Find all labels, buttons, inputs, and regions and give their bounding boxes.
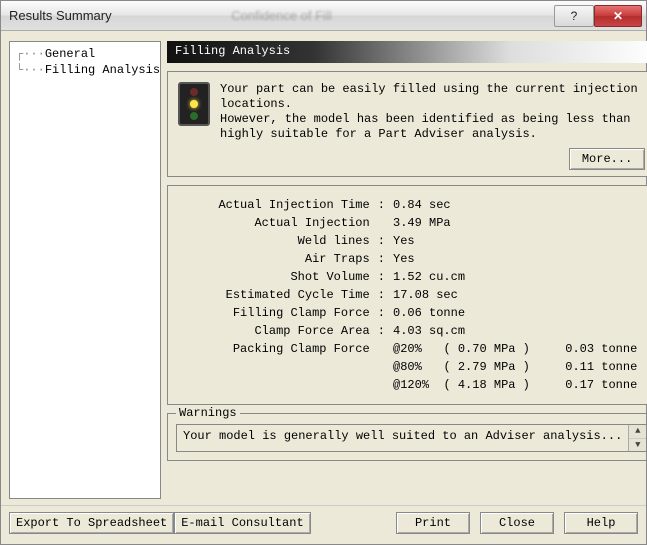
section-header: Filling Analysis [167,41,647,63]
stat-value: 3.49 MPa [389,214,641,232]
stat-row: Estimated Cycle Time : 17.08 sec [182,286,641,304]
warnings-group: Warnings Your model is generally well su… [167,413,647,461]
tree-item-filling-analysis[interactable]: └···Filling Analysis [16,62,154,78]
packing-tonne: 0.17 tonne [550,376,641,394]
tree-branch-icon: └··· [16,63,45,77]
navigation-tree[interactable]: ┌···General └···Filling Analysis [9,41,161,499]
tree-item-label: Filling Analysis [45,63,160,77]
warnings-legend: Warnings [176,406,240,420]
tree-branch-icon: ┌··· [16,47,45,61]
stat-row: Weld lines : Yes [182,232,641,250]
stat-value: Yes [389,232,641,250]
traffic-light-yellow [190,100,198,108]
stat-label: Actual Injection Time [182,196,374,214]
stat-label: Filling Clamp Force [182,304,374,322]
packing-mpa: ( 4.18 MPa ) [439,376,550,394]
stat-row: Shot Volume : 1.52 cu.cm [182,268,641,286]
packing-row: @80% ( 2.79 MPa ) 0.11 tonne [182,358,641,376]
titlebar: Results Summary Confidence of Fill ? ✕ [1,1,646,31]
packing-mpa: ( 0.70 MPa ) [439,340,550,358]
titlebar-buttons: ? ✕ [554,5,642,27]
close-button[interactable]: Close [480,512,554,534]
tree-item-general[interactable]: ┌···General [16,46,154,62]
stat-row: Filling Clamp Force : 0.06 tonne [182,304,641,322]
packing-row: @120% ( 4.18 MPa ) 0.17 tonne [182,376,641,394]
section-header-label: Filling Analysis [175,44,290,58]
main-panel: Filling Analysis Your part can be easily… [167,41,647,499]
stat-row: Air Traps : Yes [182,250,641,268]
traffic-light-icon [178,82,210,126]
tree-item-label: General [45,47,95,61]
stat-label: Estimated Cycle Time [182,286,374,304]
stat-value: 4.03 sq.cm [389,322,641,340]
results-summary-window: Results Summary Confidence of Fill ? ✕ ┌… [0,0,647,545]
stat-label: Clamp Force Area [182,322,374,340]
warnings-box: Your model is generally well suited to a… [176,424,647,452]
message-group: Your part can be easily filled using the… [167,71,647,177]
packing-pct: @80% [389,358,439,376]
stat-value: 0.84 sec [389,196,641,214]
email-consultant-button[interactable]: E-mail Consultant [174,512,310,534]
help-button[interactable]: Help [564,512,638,534]
close-icon: ✕ [613,9,623,23]
stat-label: Actual Injection [182,214,374,232]
print-button[interactable]: Print [396,512,470,534]
warnings-text: Your model is generally well suited to a… [177,425,628,451]
stats-group: Actual Injection Time : 0.84 sec Actual … [167,185,647,405]
question-icon: ? [571,9,578,23]
packing-row: Packing Clamp Force @20% ( 0.70 MPa ) 0.… [182,340,641,358]
scroll-up-icon[interactable]: ▲ [629,425,646,439]
export-spreadsheet-button[interactable]: Export To Spreadsheet [9,512,174,534]
window-title: Results Summary [9,8,191,23]
scroll-down-icon[interactable]: ▼ [629,439,646,452]
stat-label: Packing Clamp Force [182,340,374,358]
packing-mpa: ( 2.79 MPa ) [439,358,550,376]
stat-value: Yes [389,250,641,268]
titlebar-center-text: Confidence of Fill [191,8,373,23]
packing-tonne: 0.11 tonne [550,358,641,376]
stat-row: Actual Injection Time : 0.84 sec [182,196,641,214]
stat-value: 1.52 cu.cm [389,268,641,286]
stat-value: 0.06 tonne [389,304,641,322]
traffic-light-green [190,112,198,120]
stat-value: 17.08 sec [389,286,641,304]
close-titlebar-button[interactable]: ✕ [594,5,642,27]
stat-label: Weld lines [182,232,374,250]
packing-tonne: 0.03 tonne [550,340,641,358]
more-button[interactable]: More... [569,148,645,170]
footer-bar: Export To Spreadsheet E-mail Consultant … [1,505,646,544]
stat-row: Clamp Force Area : 4.03 sq.cm [182,322,641,340]
stat-row: Actual Injection 3.49 MPa [182,214,641,232]
traffic-light-red [190,88,198,96]
packing-pct: @120% [389,376,439,394]
help-titlebar-button[interactable]: ? [554,5,594,27]
stat-label: Air Traps [182,250,374,268]
warnings-scrollbar[interactable]: ▲ ▼ [628,425,646,451]
stats-table: Actual Injection Time : 0.84 sec Actual … [182,196,641,394]
packing-pct: @20% [389,340,439,358]
stat-label: Shot Volume [182,268,374,286]
message-text: Your part can be easily filled using the… [220,82,645,142]
